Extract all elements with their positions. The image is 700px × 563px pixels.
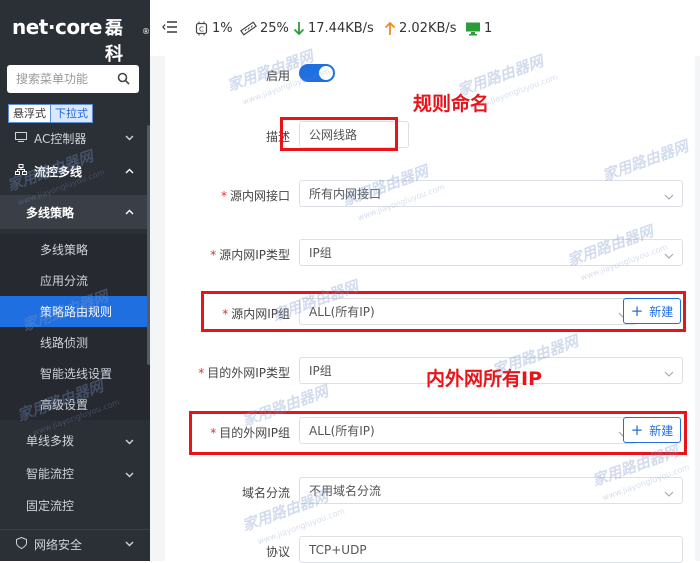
cpu-value: 1% <box>212 20 233 36</box>
sidebar-item-label: 应用分流 <box>40 274 89 288</box>
sidebar-item-app-shunt[interactable]: 应用分流 <box>0 265 150 296</box>
upload-stat: 2.02KB/s <box>384 19 457 37</box>
protocol-value: TCP+UDP <box>309 542 367 557</box>
src-if-label: * 源内网接口 <box>170 187 290 204</box>
mode-floating[interactable]: 悬浮式 <box>8 104 51 123</box>
netcore-logo: net·core 磊科 ® <box>12 14 150 65</box>
dst-ip-type-label-text: 目的外网IP类型 <box>207 366 290 380</box>
chevron-up-icon <box>125 207 134 218</box>
menu-search-input[interactable] <box>16 72 116 86</box>
desc-label: 描述 <box>265 130 290 144</box>
sidebar: net·core 磊科 ® 悬浮式 下拉式 AC控制器 流控多线 多线策略 <box>0 0 150 561</box>
menu-collapse-icon[interactable] <box>162 20 178 38</box>
devices-value: 1 <box>484 20 493 36</box>
chevron-down-icon <box>664 486 674 500</box>
cpu-stat: C 1% <box>194 19 233 37</box>
arrow-down-icon <box>293 21 305 35</box>
dst-ip-type-label: * 目的外网IP类型 <box>170 364 290 381</box>
sidebar-item-label: 线路侦测 <box>40 336 89 350</box>
protocol-select[interactable]: TCP+UDP <box>299 536 683 563</box>
logo-cn: 磊科 <box>104 18 123 65</box>
sidebar-item-network-security[interactable]: 网络安全 <box>0 529 150 559</box>
sidebar-item-label: 多线策略 <box>40 243 89 257</box>
monitor-icon <box>466 22 480 35</box>
dst-ip-type-value: IP组 <box>309 364 332 378</box>
src-ip-type-label: * 源内网IP类型 <box>170 246 290 263</box>
memory-icon <box>240 20 257 36</box>
sidebar-item-single-multidial[interactable]: 单线多拨 <box>0 425 150 456</box>
memory-value: 25% <box>260 20 289 36</box>
src-ip-type-value: IP组 <box>309 246 332 260</box>
menu-search[interactable] <box>7 65 139 93</box>
chevron-down-icon <box>125 467 134 481</box>
sidebar-item-ac-controller[interactable]: AC控制器 <box>0 123 150 153</box>
sidebar-item-label: 网络安全 <box>34 538 83 552</box>
chevron-up-icon <box>125 166 134 177</box>
sidebar-item-label: 多线策略 <box>26 205 75 220</box>
src-if-label-text: 源内网接口 <box>229 189 290 203</box>
required-mark: * <box>220 189 227 203</box>
sidebar-item-label: 固定流控 <box>26 499 75 513</box>
svg-text:C: C <box>199 25 204 33</box>
chevron-down-icon <box>125 434 134 448</box>
search-icon[interactable] <box>117 72 130 88</box>
shield-icon <box>14 536 28 552</box>
sidebar-item-label: AC控制器 <box>34 131 87 146</box>
chevron-down-icon <box>664 366 674 380</box>
domain-label: 域名分流 <box>241 486 290 500</box>
menu-mode-switch: 悬浮式 下拉式 <box>8 104 93 123</box>
chevron-down-icon <box>125 133 134 144</box>
sidebar-item-fixed-flow[interactable]: 固定流控 <box>0 490 150 521</box>
devices-stat: 1 <box>465 19 492 37</box>
sidebar-item-smart-flow[interactable]: 智能流控 <box>0 458 150 489</box>
sidebar-item-line-detect[interactable]: 线路侦测 <box>0 327 150 358</box>
top-status-bar: C 1% 25% 17.44KB/s 2.02KB/s 1 <box>150 0 700 56</box>
annotation-box-desc <box>280 117 398 151</box>
sidebar-item-label: 智能流控 <box>26 467 75 481</box>
chevron-down-icon <box>125 539 134 550</box>
ac-icon <box>14 131 28 145</box>
memory-stat: 25% <box>240 19 289 37</box>
arrow-up-icon <box>384 21 396 35</box>
sidebar-item-multiline-policy-sub[interactable]: 多线策略 <box>0 234 150 265</box>
required-mark: * <box>198 366 205 380</box>
chevron-down-icon <box>664 189 674 203</box>
sidebar-item-label: 智能选线设置 <box>40 367 113 381</box>
download-value: 17.44KB/s <box>308 20 374 36</box>
cpu-icon: C <box>195 21 208 35</box>
logo-reg: ® <box>142 27 150 36</box>
upload-value: 2.02KB/s <box>399 20 457 36</box>
logo-text: net·core <box>12 15 102 39</box>
protocol-label: 协议 <box>265 545 290 559</box>
mode-dropdown[interactable]: 下拉式 <box>51 104 93 123</box>
src-ip-type-label-text: 源内网IP类型 <box>219 248 290 262</box>
required-mark: * <box>210 248 217 262</box>
download-stat: 17.44KB/s <box>293 19 374 37</box>
